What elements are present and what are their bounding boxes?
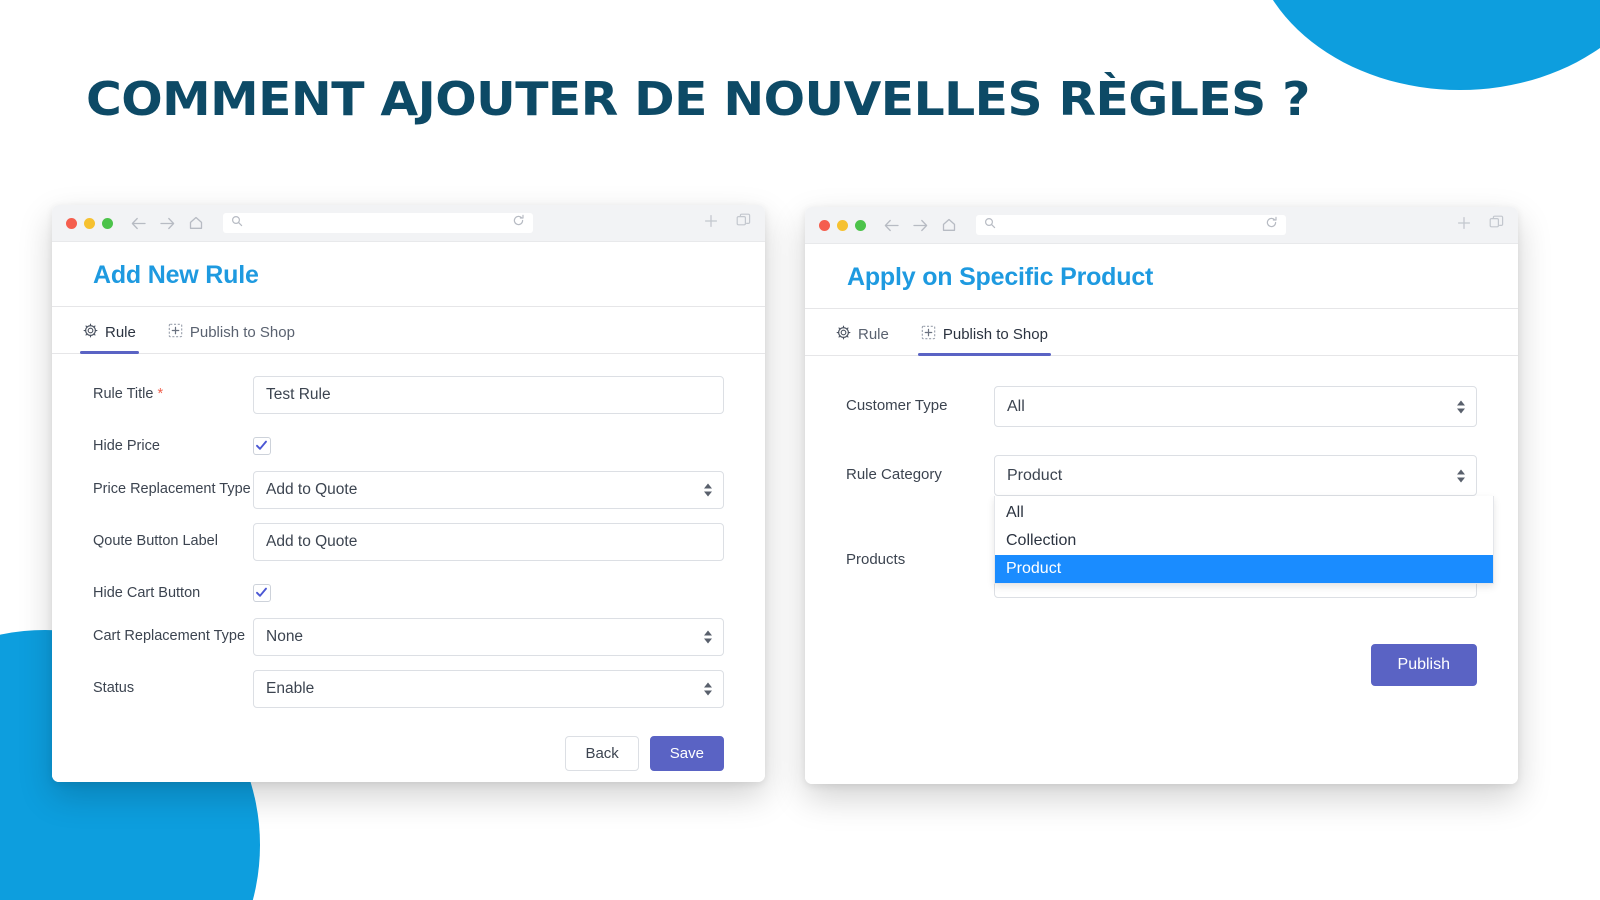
- form-row-customer-type: Customer Type All: [846, 386, 1477, 427]
- form-row-cart-replacement-type: Cart Replacement Type None: [93, 618, 724, 656]
- label-hide-price: Hide Price: [93, 438, 160, 454]
- zoom-window-button[interactable]: [102, 217, 113, 229]
- browser-toolbar: [805, 207, 1518, 244]
- label-quote-button-label: Qoute Button Label: [93, 533, 218, 549]
- traffic-lights: [66, 217, 113, 229]
- chevron-updown-icon: [704, 630, 712, 644]
- form-row-price-replacement-type: Price Replacement Type Add to Quote: [93, 471, 724, 509]
- address-bar[interactable]: [223, 213, 533, 233]
- label-price-replacement-type: Price Replacement Type: [93, 481, 251, 497]
- rule-category-dropdown-list: All Collection Product: [994, 496, 1494, 584]
- label-customer-type: Customer Type: [846, 397, 948, 414]
- form-row-quote-button-label: Qoute Button Label Add to Quote: [93, 523, 724, 561]
- address-bar[interactable]: [976, 215, 1286, 235]
- rule-category-select[interactable]: Product: [994, 455, 1477, 496]
- cart-replacement-type-value: None: [266, 628, 304, 645]
- forward-arrow-icon[interactable]: [913, 219, 928, 232]
- form-row-rule-title: Rule Title * Test Rule: [93, 376, 724, 414]
- rule-form: Rule Title * Test Rule Hide Price Price …: [52, 354, 765, 708]
- page-title: Add New Rule: [93, 261, 259, 289]
- tab-rule-label: Rule: [105, 324, 136, 341]
- back-arrow-icon[interactable]: [131, 217, 146, 230]
- tab-rule-label: Rule: [858, 326, 889, 343]
- tab-publish-label: Publish to Shop: [942, 326, 1048, 343]
- label-rule-title: Rule Title *: [93, 386, 164, 402]
- plus-icon[interactable]: [1457, 216, 1471, 235]
- chevron-updown-icon: [1457, 469, 1465, 482]
- dropdown-option-product[interactable]: Product: [995, 555, 1493, 583]
- back-arrow-icon[interactable]: [884, 219, 899, 232]
- tab-rule[interactable]: Rule: [80, 323, 139, 354]
- form-row-status: Status Enable: [93, 670, 724, 708]
- browser-window-add-new-rule: Add New Rule Rule Publish to Shop Rule T…: [52, 205, 765, 782]
- chevron-updown-icon: [1457, 400, 1465, 413]
- price-replacement-type-value: Add to Quote: [266, 481, 358, 498]
- quote-button-label-input[interactable]: Add to Quote: [253, 523, 724, 561]
- home-icon[interactable]: [942, 218, 956, 232]
- tab-publish-label: Publish to Shop: [189, 324, 295, 341]
- customer-type-select[interactable]: All: [994, 386, 1477, 427]
- tab-rule[interactable]: Rule: [833, 325, 892, 355]
- rule-title-input[interactable]: Test Rule: [253, 376, 724, 414]
- search-icon: [984, 216, 996, 234]
- chevron-updown-icon: [704, 483, 712, 497]
- rule-category-value: Product: [1007, 466, 1063, 484]
- gear-icon: [836, 325, 851, 344]
- publish-form: Customer Type All Rule Category Product: [805, 356, 1518, 598]
- minimize-window-button[interactable]: [837, 219, 848, 231]
- close-window-button[interactable]: [66, 217, 77, 229]
- form-actions: Back Save: [52, 722, 765, 771]
- home-icon[interactable]: [189, 216, 203, 230]
- label-products: Products: [846, 551, 906, 568]
- page-headline: COMMENT AJOUTER DE NOUVELLES RÈGLES ?: [86, 72, 1310, 126]
- hide-cart-button-checkbox[interactable]: [253, 584, 271, 602]
- status-value: Enable: [266, 680, 315, 697]
- label-cart-replacement-type: Cart Replacement Type: [93, 628, 246, 644]
- tab-publish-to-shop[interactable]: Publish to Shop: [165, 323, 298, 353]
- chevron-updown-icon: [704, 682, 712, 696]
- save-button[interactable]: Save: [649, 736, 724, 771]
- search-icon: [231, 214, 243, 232]
- customer-type-value: All: [1007, 397, 1025, 415]
- dashed-square-plus-icon: [921, 325, 936, 344]
- tab-bar: Rule Publish to Shop: [805, 309, 1518, 356]
- hide-price-checkbox[interactable]: [253, 437, 271, 455]
- tab-bar: Rule Publish to Shop: [52, 307, 765, 354]
- cart-replacement-type-select[interactable]: None: [253, 618, 724, 656]
- close-window-button[interactable]: [819, 219, 830, 231]
- publish-button[interactable]: Publish: [1370, 644, 1477, 686]
- dropdown-option-all[interactable]: All: [995, 499, 1493, 527]
- form-row-hide-price: Hide Price: [93, 428, 724, 457]
- reload-icon[interactable]: [1265, 216, 1278, 234]
- form-row-rule-category: Rule Category Product All Collection Pro…: [846, 455, 1494, 584]
- poster-canvas: COMMENT AJOUTER DE NOUVELLES RÈGLES ? Ad…: [0, 0, 1600, 900]
- gear-icon: [83, 323, 98, 342]
- minimize-window-button[interactable]: [84, 217, 95, 229]
- dashed-square-plus-icon: [168, 323, 183, 342]
- browser-window-apply-on-specific-product: Apply on Specific Product Rule Publish t…: [805, 207, 1518, 784]
- price-replacement-type-select[interactable]: Add to Quote: [253, 471, 724, 509]
- plus-icon[interactable]: [704, 214, 718, 233]
- tab-publish-to-shop[interactable]: Publish to Shop: [917, 325, 1052, 356]
- form-row-hide-cart-button: Hide Cart Button: [93, 575, 724, 604]
- forward-arrow-icon[interactable]: [160, 217, 175, 230]
- label-rule-category: Rule Category: [846, 466, 942, 483]
- duplicate-tabs-icon[interactable]: [736, 213, 751, 233]
- browser-toolbar: [52, 205, 765, 242]
- back-button[interactable]: Back: [565, 736, 639, 771]
- label-status: Status: [93, 680, 135, 696]
- status-select[interactable]: Enable: [253, 670, 724, 708]
- reload-icon[interactable]: [512, 214, 525, 232]
- page-title: Apply on Specific Product: [847, 263, 1154, 291]
- dropdown-option-collection[interactable]: Collection: [995, 527, 1493, 555]
- publish-actions: Publish: [805, 626, 1518, 686]
- required-asterisk: *: [157, 386, 164, 402]
- duplicate-tabs-icon[interactable]: [1489, 215, 1504, 235]
- zoom-window-button[interactable]: [855, 219, 866, 231]
- traffic-lights: [819, 219, 866, 231]
- label-hide-cart-button: Hide Cart Button: [93, 585, 201, 601]
